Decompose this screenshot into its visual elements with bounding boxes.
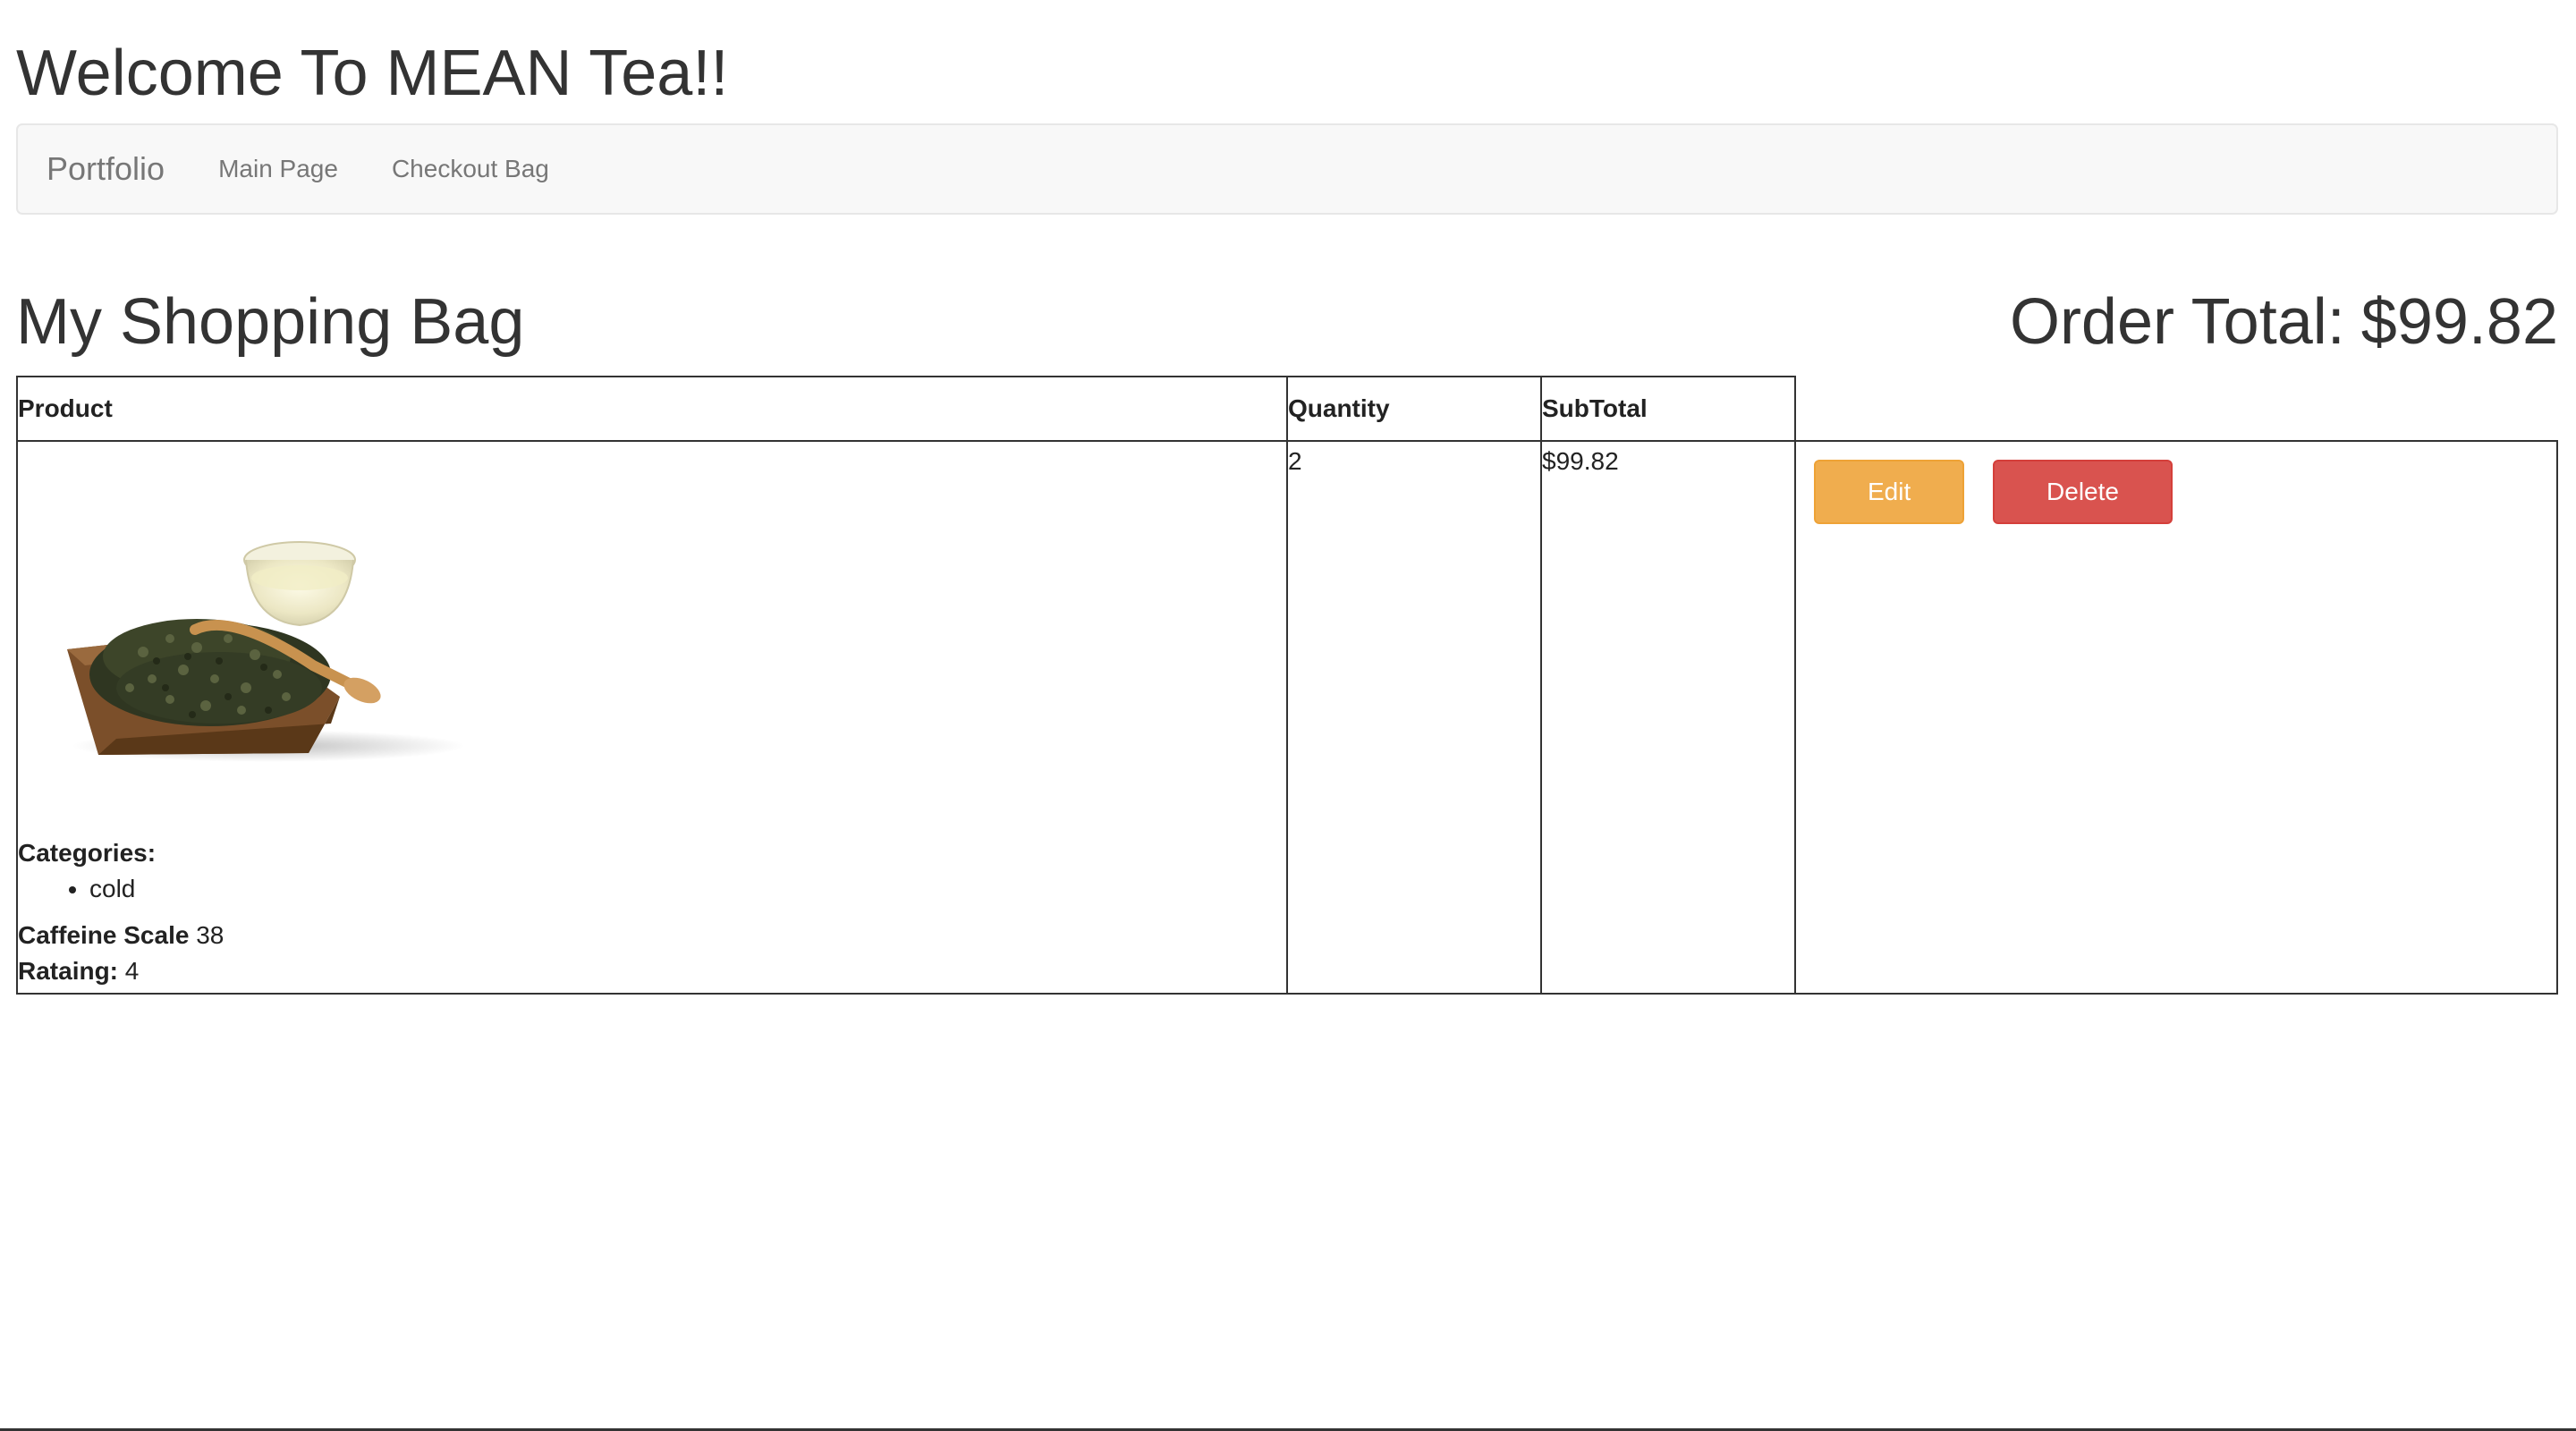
header-actions — [1794, 377, 2557, 442]
actions-cell: Edit Delete — [1794, 440, 2558, 995]
nav-link-checkout-bag[interactable]: Checkout Bag — [392, 155, 549, 183]
categories-label-text: Categories: — [18, 839, 157, 867]
rating-value: 4 — [124, 957, 140, 985]
caffeine-scale-label: Caffeine Scale — [18, 921, 190, 949]
delete-button[interactable]: Delete — [1993, 460, 2173, 524]
navbar-brand[interactable]: Portfolio — [47, 150, 165, 188]
header-product: Product — [16, 376, 1288, 442]
subtotal-value: $99.82 — [1542, 447, 1619, 475]
nav-link-main-page[interactable]: Main Page — [218, 155, 338, 183]
navbar: Portfolio Main Page Checkout Bag — [16, 123, 2558, 215]
page-title: My Shopping Bag — [16, 286, 525, 358]
site-title: Welcome To MEAN Tea!! — [16, 38, 729, 109]
header-quantity: Quantity — [1286, 376, 1542, 442]
rating: Rataing: 4 — [18, 953, 224, 989]
header-subtotal: SubTotal — [1540, 376, 1796, 442]
product-cell: Categories: cold Caffeine Scale 38 Ratai… — [16, 440, 1288, 995]
subtotal-cell: $99.82 — [1540, 440, 1796, 995]
page: Welcome To MEAN Tea!! Portfolio Main Pag… — [0, 0, 2576, 1431]
order-total-label: Order Total: — [2009, 286, 2345, 358]
categories-list: cold — [18, 871, 224, 907]
order-total: Order Total: $99.82 — [2010, 283, 2558, 361]
product-info: Categories: cold Caffeine Scale 38 Ratai… — [18, 835, 224, 989]
table-header-row: Product Quantity SubTotal — [16, 376, 2557, 442]
edit-button[interactable]: Edit — [1814, 460, 1965, 524]
table-row: Categories: cold Caffeine Scale 38 Ratai… — [16, 440, 2558, 995]
caffeine-scale: Caffeine Scale 38 — [18, 918, 224, 953]
quantity-value: 2 — [1288, 447, 1302, 475]
categories-label: Categories: — [18, 835, 224, 871]
quantity-cell: 2 — [1286, 440, 1542, 995]
caffeine-scale-value: 38 — [196, 921, 225, 949]
order-total-value: $99.82 — [2360, 286, 2558, 358]
cart-table: Product Quantity SubTotal Categories: • … — [16, 376, 2558, 995]
tea-product-image — [67, 541, 465, 762]
list-item: cold — [89, 871, 224, 907]
rating-label: Rataing: — [18, 957, 118, 985]
